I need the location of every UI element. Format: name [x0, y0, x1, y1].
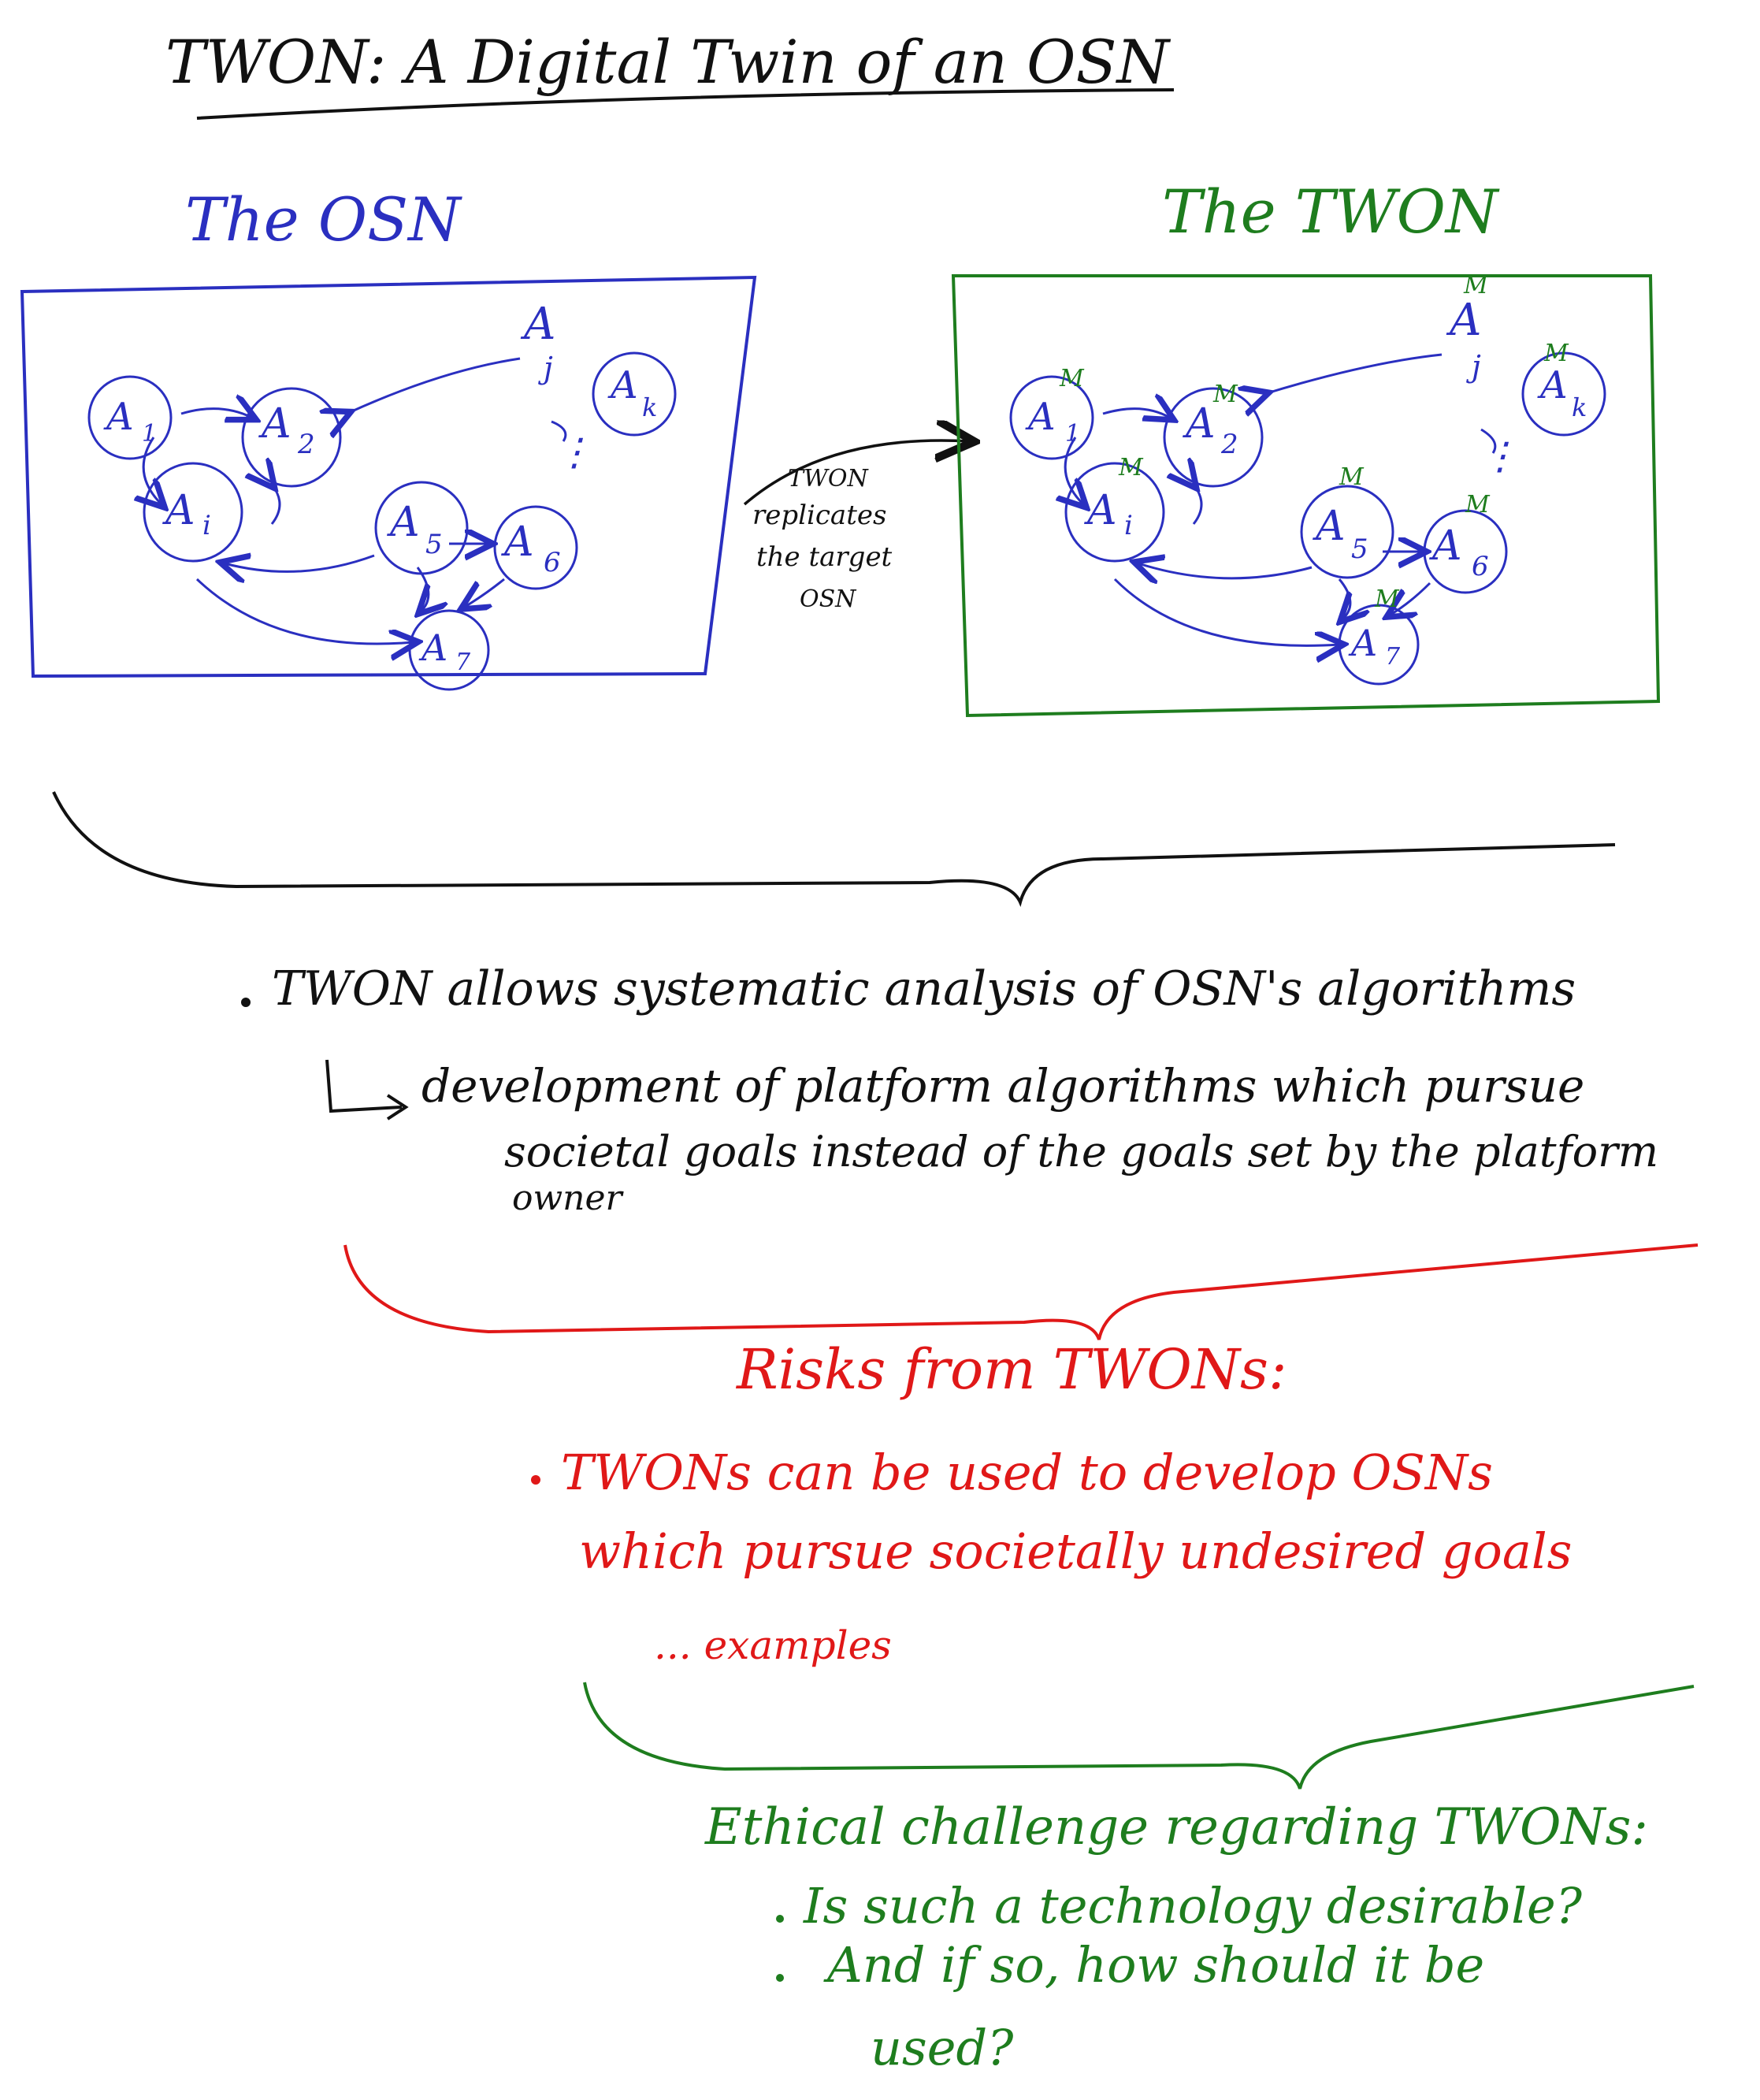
svg-text:A: A: [418, 626, 447, 669]
svg-text:A: A: [1313, 503, 1346, 550]
model-mark-icon: M: [1059, 365, 1085, 392]
ethics-question-2-line1: And if so, how should it be: [823, 1936, 1484, 1994]
osn-heading: The OSN: [185, 184, 462, 255]
analysis-arrow-line3: owner: [512, 1178, 625, 1218]
osn-node-a6: A 6: [493, 505, 578, 590]
bullet-dot: [776, 1915, 784, 1923]
osn-node-ai: A i: [143, 462, 243, 563]
analysis-bullet: TWON allows systematic analysis of OSN's…: [272, 961, 1576, 1017]
osn-node-a5: A 5: [374, 481, 469, 575]
svg-text:A: A: [520, 299, 555, 350]
svg-text:A: A: [1429, 522, 1462, 570]
analysis-arrow-line1: development of platform algorithms which…: [421, 1059, 1584, 1113]
osn-node-aj: A j: [520, 299, 555, 385]
osn-ellipsis: ⋮: [555, 430, 593, 474]
model-mark-icon: M: [1212, 381, 1238, 408]
svg-text:TWON: TWON: [788, 465, 869, 492]
analysis-section: TWON allows systematic analysis of OSN's…: [241, 961, 1658, 1218]
svg-text:A: A: [1446, 295, 1481, 346]
svg-text:A: A: [1025, 395, 1056, 439]
risks-heading: Risks from TWONs:: [735, 1337, 1287, 1402]
svg-text:7: 7: [455, 649, 471, 676]
svg-text:j: j: [1466, 349, 1481, 384]
osn-node-a2: A 2: [241, 387, 342, 488]
twon-heading: The TWON: [1162, 177, 1500, 247]
svg-text:2: 2: [297, 429, 315, 460]
twon-node-aj: A j M: [1446, 272, 1489, 384]
svg-text:A: A: [1183, 400, 1216, 448]
risks-bullet-line2: which pursue societally undesired goals: [579, 1522, 1572, 1580]
svg-text:6: 6: [544, 547, 561, 578]
replicate-arrow: TWON replicates the target OSN: [743, 440, 969, 613]
twon-edges: [1065, 353, 1497, 645]
svg-text:replicates: replicates: [752, 500, 886, 531]
osn-panel: The OSN A 1 A 2 A i A 5 A 6 A 7 A k A j …: [20, 184, 757, 691]
bullet-dot: [241, 998, 251, 1007]
risks-section: Risks from TWONs: TWONs can be used to d…: [531, 1337, 1572, 1668]
whiteboard-canvas: TWON: A Digital Twin of an OSN The OSN A…: [20, 27, 1699, 2076]
svg-text:A: A: [1348, 622, 1377, 664]
hook-arrow-icon: [325, 1059, 409, 1121]
twon-node-a5: A 5 M: [1300, 463, 1394, 579]
twon-node-a1: A 1 M: [1009, 365, 1094, 460]
ethics-section: Ethical challenge regarding TWONs: Is su…: [704, 1798, 1648, 2076]
osn-edges: [143, 357, 567, 644]
svg-text:OSN: OSN: [800, 585, 857, 613]
osn-frame: [20, 275, 757, 678]
risks-examples: ... examples: [654, 1622, 892, 1668]
svg-text:7: 7: [1385, 643, 1401, 671]
bullet-dot: [531, 1475, 540, 1485]
model-mark-icon: M: [1543, 340, 1569, 367]
model-mark-icon: M: [1463, 272, 1489, 299]
svg-text:A: A: [1537, 363, 1568, 407]
twon-ellipsis: ⋮: [1481, 434, 1519, 478]
osn-node-a1: A 1: [87, 375, 173, 460]
svg-text:A: A: [258, 400, 291, 448]
twon-node-ai: A i M: [1064, 454, 1165, 563]
svg-text:5: 5: [425, 529, 443, 560]
ethics-question-1: Is such a technology desirable?: [803, 1877, 1583, 1935]
twon-node-a6: A 6 M: [1423, 491, 1508, 594]
model-mark-icon: M: [1465, 491, 1491, 518]
svg-text:A: A: [387, 499, 420, 546]
svg-text:2: 2: [1220, 429, 1238, 460]
ethics-heading: Ethical challenge regarding TWONs:: [704, 1798, 1648, 1857]
bullet-dot: [776, 1974, 784, 1982]
twon-node-ak: A k M: [1521, 340, 1606, 437]
model-mark-icon: M: [1339, 463, 1365, 491]
svg-text:1: 1: [142, 420, 157, 448]
osn-node-a7: A 7: [408, 609, 490, 691]
model-mark-icon: M: [1118, 454, 1144, 481]
analysis-arrow-line2: societal goals instead of the goals set …: [504, 1127, 1658, 1176]
brace-red: [343, 1243, 1699, 1340]
svg-text:A: A: [103, 395, 134, 439]
svg-text:k: k: [1572, 392, 1587, 422]
ethics-question-2-line2: used?: [871, 2019, 1014, 2076]
svg-text:the target: the target: [756, 541, 893, 573]
svg-text:5: 5: [1351, 533, 1368, 565]
model-mark-icon: M: [1374, 585, 1400, 613]
twon-panel: The TWON A 1 M A 2 M A i M A 5 M A 6 M A…: [951, 177, 1661, 718]
risks-bullet-line1: TWONs can be used to develop OSNs: [561, 1444, 1493, 1501]
brace-green: [583, 1682, 1695, 1790]
svg-text:A: A: [501, 518, 534, 566]
brace-black: [52, 791, 1616, 908]
osn-node-ak: A k: [592, 351, 677, 437]
svg-text:1: 1: [1065, 420, 1080, 448]
svg-text:6: 6: [1472, 551, 1489, 582]
svg-text:k: k: [642, 392, 657, 422]
svg-text:A: A: [607, 363, 638, 407]
svg-text:A: A: [162, 487, 195, 534]
twon-node-a2: A 2 M: [1163, 381, 1264, 488]
svg-text:i: i: [202, 510, 211, 541]
svg-text:A: A: [1084, 487, 1117, 534]
svg-text:j: j: [538, 351, 553, 385]
svg-text:i: i: [1124, 510, 1133, 541]
page-title: TWON: A Digital Twin of an OSN: [165, 27, 1171, 97]
